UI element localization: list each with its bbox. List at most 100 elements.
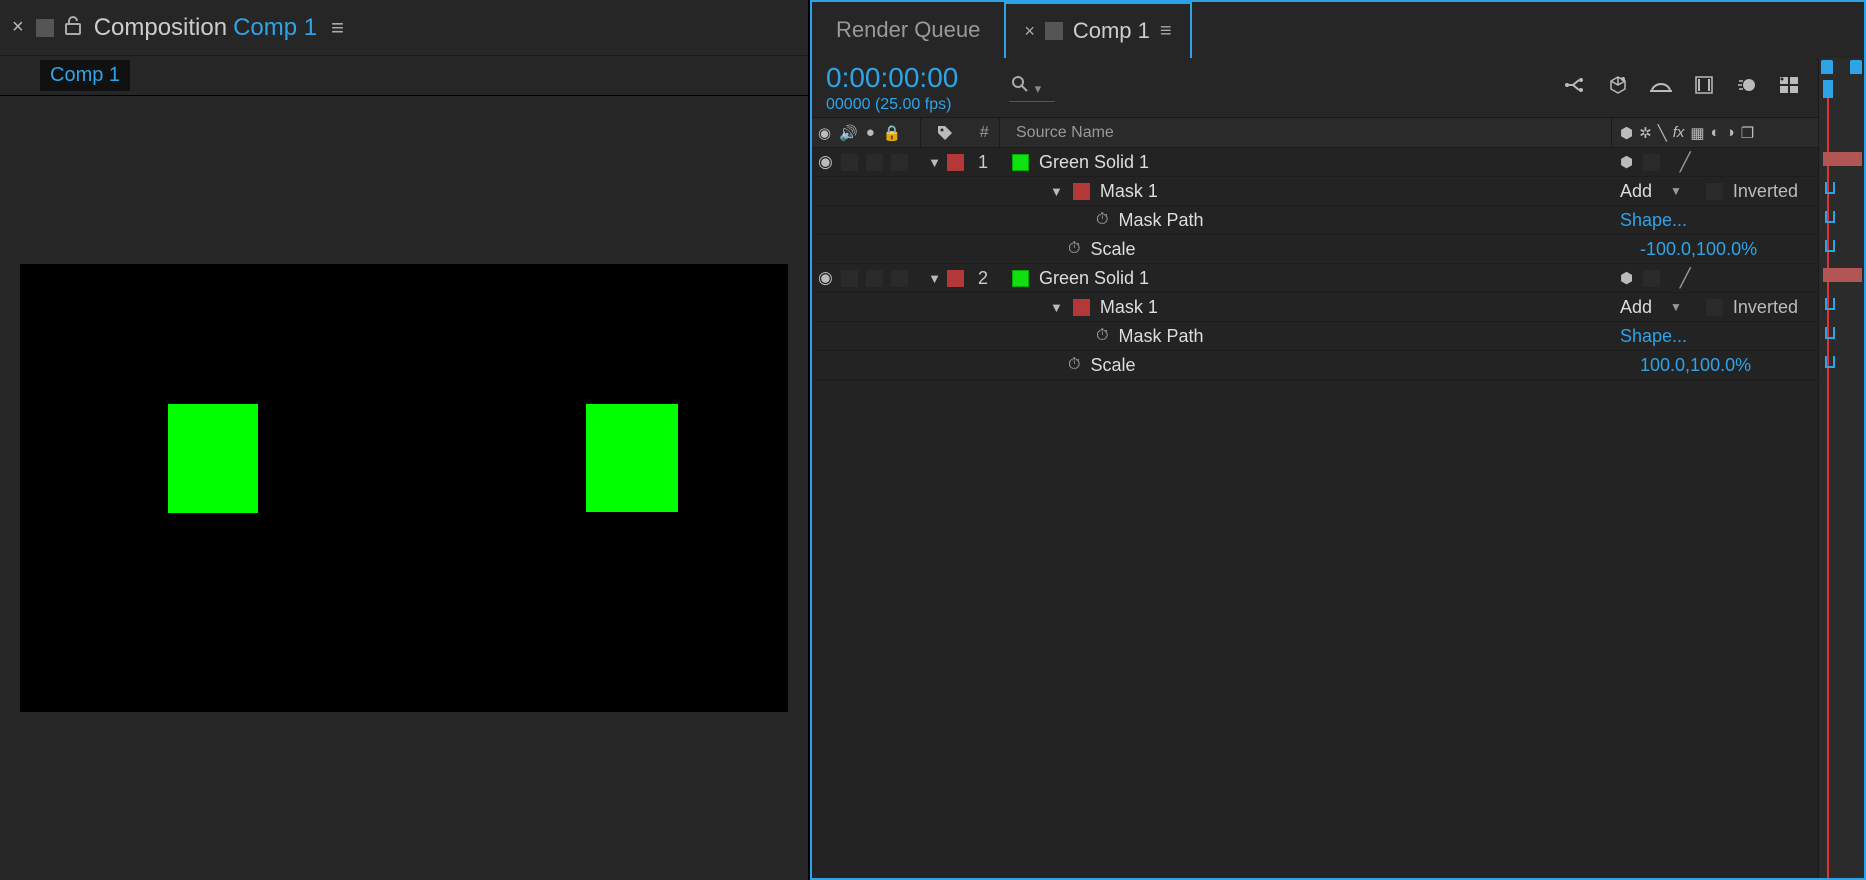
- search-input[interactable]: ▾: [1009, 73, 1055, 102]
- work-area-markers[interactable]: [1821, 60, 1862, 78]
- source-name-column-head[interactable]: Source Name: [1000, 124, 1611, 142]
- shy-switch[interactable]: ⬢: [1620, 153, 1633, 171]
- timeline-tab-bar: Render Queue × Comp 1 ≡: [812, 2, 1864, 58]
- quality-switch[interactable]: ╱: [1670, 152, 1700, 173]
- panel-menu-icon[interactable]: ≡: [331, 15, 344, 41]
- tab-comp-1[interactable]: × Comp 1 ≡: [1004, 2, 1191, 58]
- tab-label: Comp 1: [1073, 18, 1150, 44]
- lock-slot[interactable]: [891, 270, 908, 287]
- layer-label-color[interactable]: [947, 270, 964, 287]
- mask-path-value[interactable]: Shape...: [1620, 326, 1687, 347]
- current-time-display[interactable]: 0:00:00:00 00000 (25.00 fps): [826, 62, 981, 114]
- mask-mode-dropdown[interactable]: Add▼: [1620, 297, 1682, 318]
- layer-name[interactable]: Green Solid 1: [1039, 268, 1149, 289]
- layer-row[interactable]: ◉ ▼ 1 Green Solid 1 ⬢╱: [812, 148, 1864, 177]
- mask-mode-dropdown[interactable]: Add▼: [1620, 181, 1682, 202]
- composition-canvas[interactable]: [20, 264, 788, 712]
- video-eye-icon[interactable]: ◉: [818, 268, 833, 288]
- mask-invert-checkbox[interactable]: [1706, 183, 1723, 200]
- mask-path-row[interactable]: ⏱Mask Path Shape...: [812, 322, 1864, 351]
- inverted-label[interactable]: Inverted: [1733, 181, 1798, 202]
- keyframe-pin-icon[interactable]: [1825, 182, 1835, 194]
- layer-row[interactable]: ◉ ▼ 2 Green Solid 1 ⬢╱: [812, 264, 1864, 293]
- 3d-layer-icon: ❒: [1741, 124, 1754, 142]
- close-tab-icon[interactable]: ×: [12, 16, 24, 39]
- mask-row[interactable]: ▼ Mask 1 Add▼ Inverted: [812, 177, 1864, 206]
- motion-blur-switch-icon: ◐: [1711, 124, 1720, 141]
- inverted-label[interactable]: Inverted: [1733, 297, 1798, 318]
- motion-blur-icon[interactable]: [1736, 75, 1756, 101]
- comp-flowchart-icon[interactable]: [1564, 75, 1586, 101]
- frame-rate-info[interactable]: 00000 (25.00 fps): [826, 96, 981, 114]
- composition-name-link[interactable]: Comp 1: [233, 14, 317, 42]
- solo-dot-icon[interactable]: ●: [866, 124, 875, 141]
- keyframe-pin-icon[interactable]: [1825, 240, 1835, 252]
- unlock-icon[interactable]: [64, 15, 82, 41]
- label-column-head[interactable]: [921, 124, 969, 142]
- keyframe-pin-icon[interactable]: [1825, 298, 1835, 310]
- layer-label-color[interactable]: [947, 154, 964, 171]
- lock-slot[interactable]: [891, 154, 908, 171]
- breadcrumb-item[interactable]: Comp 1: [40, 60, 130, 91]
- frame-blend-icon[interactable]: [1694, 75, 1714, 101]
- composition-tab-bar: × Composition Comp 1 ≡: [0, 0, 808, 56]
- composition-icon: [1045, 22, 1063, 40]
- mask-row[interactable]: ▼ Mask 1 Add▼ Inverted: [812, 293, 1864, 322]
- mask-invert-checkbox[interactable]: [1706, 299, 1723, 316]
- timecode[interactable]: 0:00:00:00: [826, 62, 981, 94]
- composition-viewer[interactable]: [0, 96, 808, 880]
- lock-icon[interactable]: 🔒: [883, 124, 902, 142]
- av-features-column-head[interactable]: ◉ 🔊 ● 🔒: [812, 124, 920, 142]
- audio-speaker-icon[interactable]: 🔊: [839, 124, 858, 142]
- keyframe-pin-icon[interactable]: [1825, 356, 1835, 368]
- twirl-down-icon[interactable]: ▼: [1050, 184, 1063, 199]
- layer-duration-bar[interactable]: [1823, 152, 1862, 166]
- audio-slot[interactable]: [841, 154, 858, 171]
- timeline-ruler-gutter[interactable]: [1818, 58, 1864, 878]
- index-column-head[interactable]: #: [969, 124, 999, 142]
- solo-slot[interactable]: [866, 270, 883, 287]
- keyframe-pin-icon[interactable]: [1825, 211, 1835, 223]
- stopwatch-icon[interactable]: ⏱: [1096, 211, 1108, 229]
- audio-slot[interactable]: [841, 270, 858, 287]
- quality-switch[interactable]: ╱: [1670, 268, 1700, 289]
- twirl-down-icon[interactable]: ▼: [1050, 300, 1063, 315]
- solo-slot[interactable]: [866, 154, 883, 171]
- timeline-columns-header: ◉ 🔊 ● 🔒 # Source Name ⬢ ✲ ╲ fx ▦ ◐ ◑ ❒: [812, 118, 1864, 148]
- stopwatch-icon[interactable]: ⏱: [1068, 240, 1080, 258]
- timeline-panel-container: Render Queue × Comp 1 ≡ 0:00:00:00 00000…: [810, 0, 1866, 880]
- tab-render-queue[interactable]: Render Queue: [812, 2, 1004, 58]
- mask-color[interactable]: [1073, 183, 1090, 200]
- mask-name[interactable]: Mask 1: [1100, 297, 1158, 318]
- twirl-down-icon[interactable]: ▼: [928, 155, 941, 170]
- mask-path-row[interactable]: ⏱Mask Path Shape...: [812, 206, 1864, 235]
- shy-icon[interactable]: [1650, 76, 1672, 100]
- keyframe-pin-icon[interactable]: [1825, 327, 1835, 339]
- shy-switch[interactable]: ⬢: [1620, 269, 1633, 287]
- scale-value[interactable]: 100.0,100.0%: [1640, 355, 1751, 376]
- layer-preview-green-solid-1[interactable]: [168, 404, 258, 513]
- twirl-down-icon[interactable]: ▼: [928, 271, 941, 286]
- layer-preview-green-solid-2[interactable]: [586, 404, 678, 512]
- mask-color[interactable]: [1073, 299, 1090, 316]
- close-tab-icon[interactable]: ×: [1024, 21, 1035, 42]
- mask-name[interactable]: Mask 1: [1100, 181, 1158, 202]
- tab-menu-icon[interactable]: ≡: [1160, 20, 1172, 43]
- scale-row[interactable]: ⏱Scale -100.0,100.0%: [812, 235, 1864, 264]
- video-eye-icon[interactable]: ◉: [818, 152, 833, 172]
- layer-duration-bar[interactable]: [1823, 268, 1862, 282]
- stopwatch-icon[interactable]: ⏱: [1068, 356, 1080, 374]
- layer-list[interactable]: ◉ ▼ 1 Green Solid 1 ⬢╱ ▼Mask 1 Add▼Inver…: [812, 148, 1864, 878]
- graph-editor-icon[interactable]: [1778, 75, 1800, 101]
- mask-path-value[interactable]: Shape...: [1620, 210, 1687, 231]
- stopwatch-icon[interactable]: ⏱: [1096, 327, 1108, 345]
- scale-row[interactable]: ⏱Scale 100.0,100.0%: [812, 351, 1864, 380]
- composition-panel: × Composition Comp 1 ≡ Comp 1: [0, 0, 810, 880]
- composition-breadcrumb-bar: Comp 1: [0, 56, 808, 96]
- frame-blend-switch-icon: ▦: [1690, 124, 1704, 142]
- video-eye-icon[interactable]: ◉: [818, 124, 831, 142]
- current-time-indicator[interactable]: [1823, 80, 1833, 98]
- scale-value[interactable]: -100.0,100.0%: [1640, 239, 1757, 260]
- draft-3d-icon[interactable]: [1608, 75, 1628, 101]
- layer-name[interactable]: Green Solid 1: [1039, 152, 1149, 173]
